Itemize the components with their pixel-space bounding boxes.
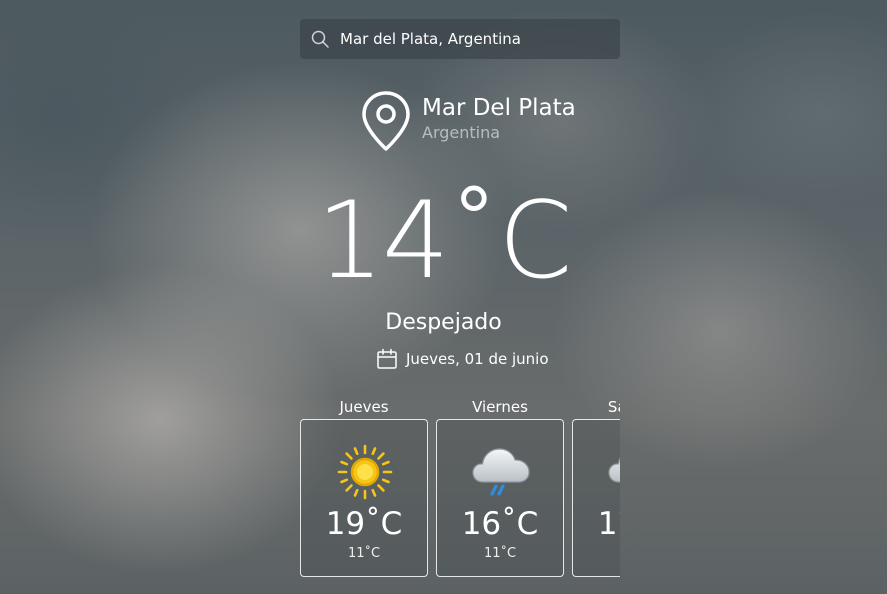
country-name: Argentina xyxy=(422,123,501,142)
weather-condition: Despejado xyxy=(385,310,502,335)
sun-icon xyxy=(337,444,393,500)
forecast-day[interactable]: Viernes 16˚C 11˚C xyxy=(436,396,564,580)
map-pin-icon xyxy=(362,91,410,151)
cloud-icon xyxy=(608,457,620,483)
forecast-min-temp: 11˚C xyxy=(483,546,517,561)
forecast-day[interactable]: Sábado 17˚C xyxy=(572,396,620,580)
forecast-card[interactable]: 16˚C 11˚C xyxy=(436,419,564,577)
forecast-card[interactable]: 19˚C 11˚C xyxy=(300,419,428,577)
search-input[interactable] xyxy=(340,19,610,59)
forecast-carousel[interactable]: Jueves 19˚C 11˚C Viernes 16˚C 11˚C S 1 xyxy=(300,396,620,580)
forecast-day[interactable]: Jueves 19˚C 11˚C xyxy=(300,396,428,580)
forecast-day-name: Sábado xyxy=(607,398,620,416)
forecast-day-name: Viernes xyxy=(472,398,528,416)
city-name: Mar Del Plata xyxy=(422,95,576,121)
search-icon xyxy=(311,30,329,48)
calendar-icon xyxy=(377,348,397,369)
search-bar[interactable] xyxy=(300,19,620,59)
forecast-day-name: Jueves xyxy=(339,398,389,416)
forecast-max-temp: 17˚C xyxy=(597,506,620,542)
current-temperature: 14˚C xyxy=(316,179,573,302)
current-date: Jueves, 01 de junio xyxy=(406,350,549,368)
forecast-max-temp: 19˚C xyxy=(325,506,403,542)
forecast-card[interactable]: 17˚C xyxy=(572,419,620,577)
forecast-max-temp: 16˚C xyxy=(461,506,539,542)
forecast-min-temp: 11˚C xyxy=(347,546,381,561)
rain-cloud-icon xyxy=(472,448,530,496)
